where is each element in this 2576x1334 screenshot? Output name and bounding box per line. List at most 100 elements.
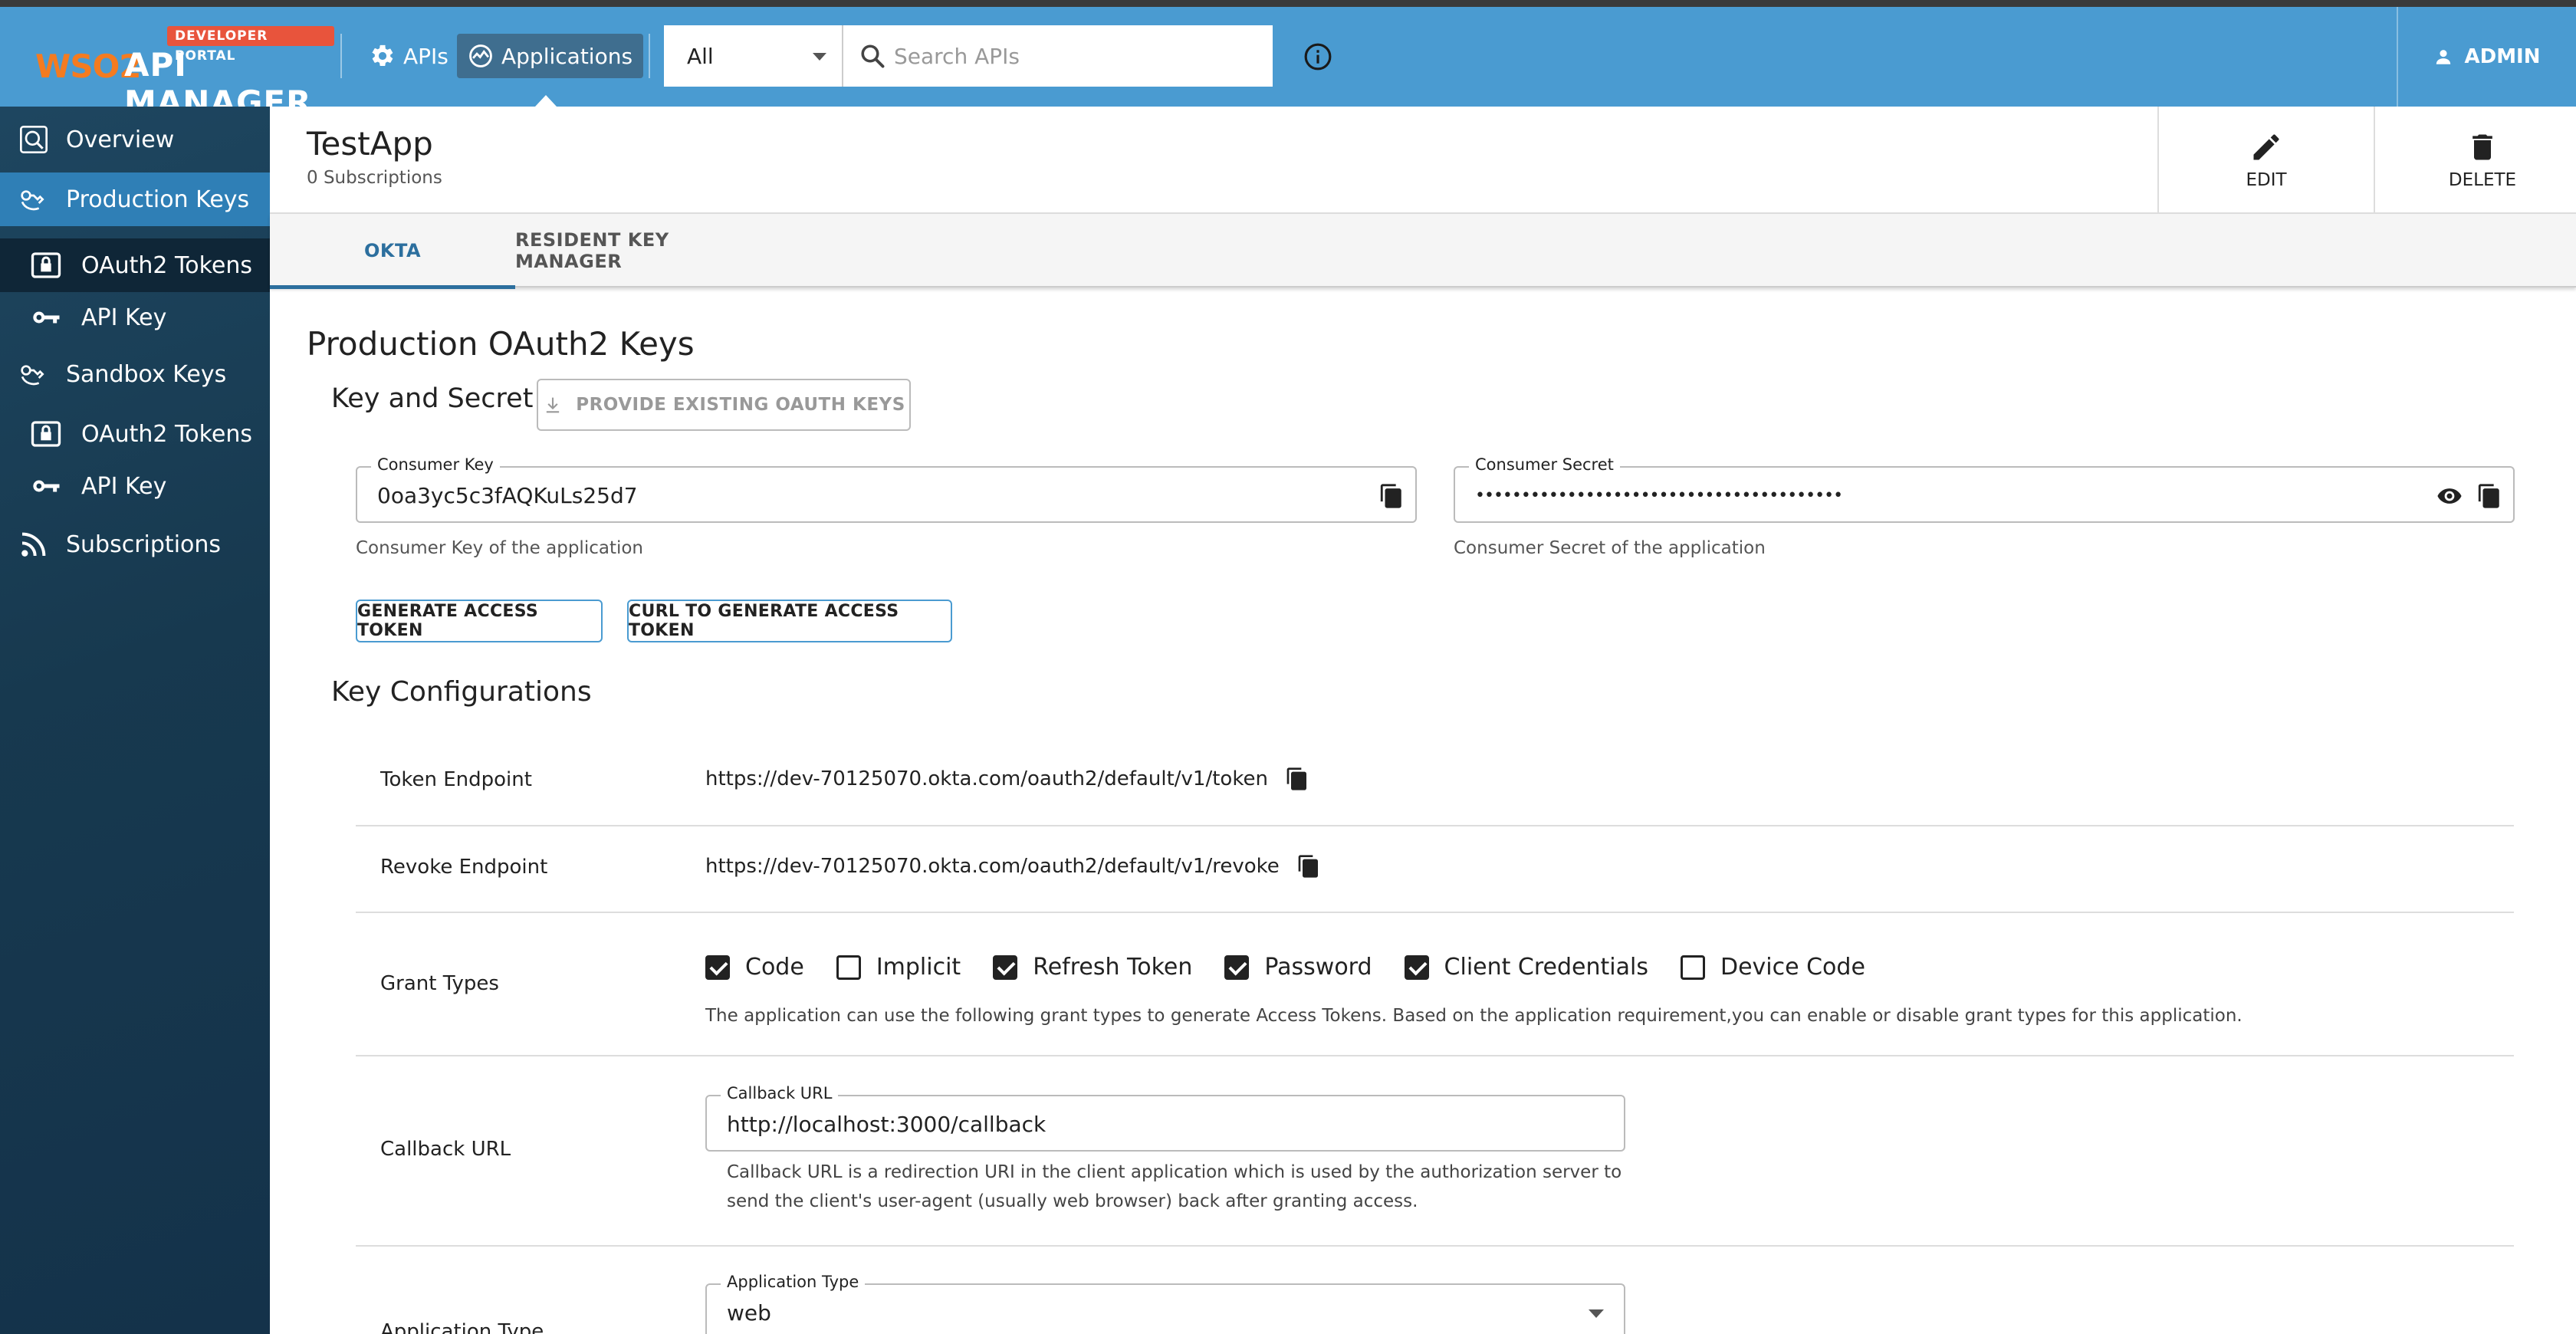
grant-code[interactable]: Code xyxy=(705,954,804,981)
grant-client-credentials-checkbox[interactable] xyxy=(1404,955,1429,980)
sidebar-item-label: Sandbox Keys xyxy=(66,360,227,388)
consumer-key-value: 0oa3yc5c3fAQKuLs25d7 xyxy=(377,483,638,508)
tab-resident-key-manager[interactable]: RESIDENT KEY MANAGER xyxy=(515,214,780,288)
sidebar-item-production-keys[interactable]: Production Keys xyxy=(0,172,270,226)
wso2-api-manager-logo[interactable]: DEVELOPER PORTAL WSO2 API MANAGER xyxy=(35,26,334,121)
sidebar-item-sandbox-keys[interactable]: Sandbox Keys xyxy=(0,347,270,401)
grant-code-label: Code xyxy=(745,954,804,981)
sidebar-item-label: OAuth2 Tokens xyxy=(81,420,253,448)
key-secret-title: Key and Secret xyxy=(331,383,534,414)
nav-applications-label: Applications xyxy=(501,43,633,69)
user-name-label: ADMIN xyxy=(2464,45,2541,68)
search-icon xyxy=(861,44,885,68)
topbar-divider xyxy=(340,34,342,78)
grant-types-group: Code Implicit Refresh Token Password Cli… xyxy=(705,954,1898,981)
search-input[interactable] xyxy=(894,36,1262,76)
consumer-key-label: Consumer Key xyxy=(371,455,500,474)
edit-button[interactable]: EDIT xyxy=(2157,107,2374,214)
callback-url-value: http://localhost:3000/callback xyxy=(727,1112,1046,1137)
copy-icon[interactable] xyxy=(1378,483,1405,509)
sidebar-item-label: Overview xyxy=(66,126,175,153)
grant-device-code-label: Device Code xyxy=(1720,954,1865,981)
provide-existing-keys-label: PROVIDE EXISTING OAUTH KEYS xyxy=(576,395,905,415)
oauth-lock-icon xyxy=(31,421,61,447)
grant-password-label: Password xyxy=(1264,954,1372,981)
delete-label: DELETE xyxy=(2448,170,2517,190)
revoke-endpoint-label: Revoke Endpoint xyxy=(380,856,548,879)
consumer-secret-field[interactable]: Consumer Secret ••••••••••••••••••••••••… xyxy=(1454,455,2515,523)
applications-icon xyxy=(469,44,492,67)
copy-icon[interactable] xyxy=(1285,767,1309,791)
application-type-row-label: Application Type xyxy=(380,1320,544,1334)
key-icon xyxy=(33,480,60,492)
application-type-field-label: Application Type xyxy=(721,1273,866,1291)
sidebar-item-production-oauth2-tokens[interactable]: OAuth2 Tokens xyxy=(0,238,270,292)
grant-types-label: Grant Types xyxy=(380,972,499,995)
consumer-key-field[interactable]: Consumer Key 0oa3yc5c3fAQKuLs25d7 xyxy=(356,455,1417,523)
api-filter-select[interactable]: All xyxy=(664,25,843,87)
sidebar-item-overview[interactable]: Overview xyxy=(0,113,270,166)
delete-button[interactable]: DELETE xyxy=(2374,107,2576,214)
application-header: TestApp 0 Subscriptions EDIT DELETE xyxy=(270,107,2576,214)
row-divider xyxy=(356,1245,2514,1247)
grant-implicit-label: Implicit xyxy=(876,954,961,981)
caret-down-icon xyxy=(1589,1309,1604,1318)
row-divider xyxy=(356,1055,2514,1056)
section-title: Production OAuth2 Keys xyxy=(307,325,695,363)
nav-applications-button[interactable]: Applications xyxy=(457,34,644,78)
copy-icon[interactable] xyxy=(1296,854,1321,879)
application-type-value: web xyxy=(727,1300,771,1326)
eye-icon[interactable] xyxy=(2436,483,2463,509)
tab-okta[interactable]: OKTA xyxy=(270,214,515,289)
grant-implicit-checkbox[interactable] xyxy=(836,955,861,980)
key-icon xyxy=(33,311,60,324)
provide-existing-keys-button[interactable]: PROVIDE EXISTING OAUTH KEYS xyxy=(537,379,911,431)
sidebar-item-label: OAuth2 Tokens xyxy=(81,251,253,279)
grant-refresh-token[interactable]: Refresh Token xyxy=(993,954,1192,981)
grant-types-helper: The application can use the following gr… xyxy=(705,1006,2242,1026)
keys-icon xyxy=(21,190,44,211)
rss-icon xyxy=(21,532,46,557)
subscription-count: 0 Subscriptions xyxy=(307,168,442,188)
sidebar-item-label: Production Keys xyxy=(66,186,250,213)
generate-access-token-button[interactable]: GENERATE ACCESS TOKEN xyxy=(356,600,603,642)
row-divider xyxy=(356,912,2514,913)
grant-device-code[interactable]: Device Code xyxy=(1680,954,1865,981)
grant-code-checkbox[interactable] xyxy=(705,955,730,980)
application-type-select[interactable]: Application Type web xyxy=(705,1273,1625,1334)
edit-label: EDIT xyxy=(2246,170,2287,190)
sidebar-item-sandbox-oauth2-tokens[interactable]: OAuth2 Tokens xyxy=(0,407,270,461)
revoke-endpoint-value: https://dev-70125070.okta.com/oauth2/def… xyxy=(705,855,1280,878)
sidebar-item-subscriptions[interactable]: Subscriptions xyxy=(0,518,270,571)
callback-url-helper: Callback URL is a redirection URI in the… xyxy=(727,1162,1622,1211)
active-nav-indicator xyxy=(535,95,557,107)
token-endpoint-label: Token Endpoint xyxy=(380,768,532,791)
sidebar-item-sandbox-api-key[interactable]: API Key xyxy=(0,459,270,513)
keys-icon xyxy=(21,365,44,386)
grant-client-credentials-label: Client Credentials xyxy=(1444,954,1648,981)
user-menu-button[interactable]: ADMIN xyxy=(2397,7,2576,107)
developer-portal-badge: DEVELOPER PORTAL xyxy=(167,26,334,64)
token-endpoint-value: https://dev-70125070.okta.com/oauth2/def… xyxy=(705,767,1268,790)
key-manager-tabs: OKTA RESIDENT KEY MANAGER xyxy=(270,214,2576,289)
sidebar-item-label: API Key xyxy=(81,304,167,331)
grant-implicit[interactable]: Implicit xyxy=(836,954,961,981)
grant-password[interactable]: Password xyxy=(1224,954,1372,981)
consumer-secret-value: •••••••••••••••••••••••••••••••••••••••• xyxy=(1475,486,1843,505)
grant-device-code-checkbox[interactable] xyxy=(1680,955,1705,980)
info-icon[interactable] xyxy=(1303,42,1332,71)
row-divider xyxy=(356,825,2514,826)
sidebar-item-label: Subscriptions xyxy=(66,531,222,558)
copy-icon[interactable] xyxy=(2476,483,2502,509)
consumer-key-helper: Consumer Key of the application xyxy=(356,538,644,558)
curl-generate-token-button[interactable]: CURL TO GENERATE ACCESS TOKEN xyxy=(627,600,952,642)
overview-icon xyxy=(20,126,48,153)
grant-password-checkbox[interactable] xyxy=(1224,955,1250,980)
callback-url-field[interactable]: Callback URL http://localhost:3000/callb… xyxy=(705,1084,1625,1152)
revoke-endpoint-value-row: https://dev-70125070.okta.com/oauth2/def… xyxy=(705,854,1321,879)
sidebar-item-production-api-key[interactable]: API Key xyxy=(0,291,270,344)
grant-client-credentials[interactable]: Client Credentials xyxy=(1404,954,1648,981)
trash-icon xyxy=(2472,134,2492,160)
nav-apis-button[interactable]: APIs xyxy=(359,34,459,78)
grant-refresh-token-checkbox[interactable] xyxy=(993,955,1018,980)
